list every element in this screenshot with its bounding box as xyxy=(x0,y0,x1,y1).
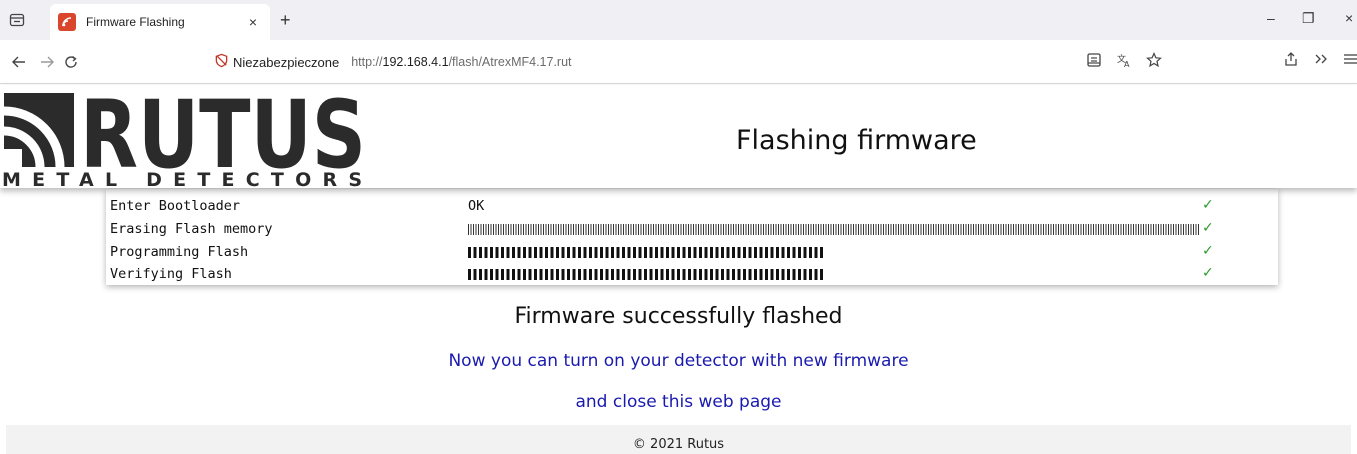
tab-title: Firmware Flashing xyxy=(86,15,185,29)
page-title: Flashing firmware xyxy=(736,125,977,156)
page-footer: © 2021 Rutus xyxy=(6,425,1351,454)
result-message: Firmware successfully flashed xyxy=(514,304,843,329)
step-label: Programming Flash xyxy=(110,244,249,260)
status-row-programming: Programming Flash ✓ xyxy=(106,241,1278,262)
close-window-button[interactable]: × xyxy=(1345,10,1353,26)
translate-icon[interactable]: 文A xyxy=(1116,52,1132,72)
overflow-chevrons-icon[interactable] xyxy=(1313,51,1329,67)
site-favicon-icon xyxy=(58,13,76,31)
url-path: /flash/AtrexMF4.17.rut xyxy=(448,55,572,69)
progress-bar xyxy=(468,247,823,258)
flash-status-panel: Enter Bootloader OK ✓ Erasing Flash memo… xyxy=(106,189,1278,285)
step-label: Verifying Flash xyxy=(110,266,232,282)
instruction-line-2: and close this web page xyxy=(575,392,782,412)
bookmark-star-icon[interactable] xyxy=(1146,52,1162,72)
url-text[interactable]: http://192.168.4.1/flash/AtrexMF4.17.rut xyxy=(351,55,571,69)
minimize-window-button[interactable]: – xyxy=(1267,10,1275,26)
svg-text:A: A xyxy=(1124,60,1130,68)
logo-tagline: METAL DETECTORS xyxy=(2,169,362,189)
browser-tab[interactable]: Firmware Flashing × xyxy=(50,4,270,40)
tab-list-icon[interactable] xyxy=(6,9,28,31)
restore-window-button[interactable]: ❐ xyxy=(1302,10,1315,27)
url-host: 192.168.4.1 xyxy=(382,55,449,69)
instruction-line-1: Now you can turn on your detector with n… xyxy=(448,351,909,371)
insecure-shield-icon xyxy=(214,53,229,71)
new-tab-button[interactable]: + xyxy=(280,10,291,30)
page-header: RUTUS METAL DETECTORS Flashing firmware xyxy=(0,85,1357,189)
step-label: Enter Bootloader xyxy=(110,198,241,214)
forward-arrow-icon[interactable] xyxy=(36,51,58,73)
status-row-verifying: Verifying Flash ✓ xyxy=(106,263,1278,284)
security-label: Niezabezpieczone xyxy=(233,54,340,70)
check-mark-icon: ✓ xyxy=(1202,220,1214,236)
url-bar[interactable]: Niezabezpieczone http://192.168.4.1/flas… xyxy=(200,46,1180,78)
step-label: Erasing Flash memory xyxy=(110,221,273,237)
check-mark-icon: ✓ xyxy=(1202,197,1214,213)
hamburger-menu-icon[interactable] xyxy=(1343,51,1357,67)
reload-icon[interactable] xyxy=(60,51,82,73)
browser-nav-bar: Niezabezpieczone http://192.168.4.1/flas… xyxy=(0,40,1357,84)
status-row-bootloader: Enter Bootloader OK ✓ xyxy=(106,195,1278,216)
reader-view-icon[interactable] xyxy=(1086,52,1102,72)
progress-bar xyxy=(468,224,1199,235)
logo-signal-icon xyxy=(3,93,74,168)
tab-close-icon[interactable]: × xyxy=(244,14,262,30)
progress-bar xyxy=(468,269,823,280)
share-icon[interactable] xyxy=(1283,51,1299,67)
status-row-erasing: Erasing Flash memory ✓ xyxy=(106,218,1278,239)
copyright-text: © 2021 Rutus xyxy=(632,437,725,452)
back-arrow-icon[interactable] xyxy=(8,51,30,73)
security-indicator[interactable]: Niezabezpieczone xyxy=(212,49,344,75)
check-mark-icon: ✓ xyxy=(1202,265,1214,281)
url-prefix: http:// xyxy=(351,55,383,69)
rutus-logo: RUTUS METAL DETECTORS xyxy=(2,87,366,189)
check-mark-icon: ✓ xyxy=(1202,243,1214,259)
browser-tab-bar: Firmware Flashing × + – ❐ × xyxy=(0,0,1357,40)
step-value: OK xyxy=(468,198,485,214)
